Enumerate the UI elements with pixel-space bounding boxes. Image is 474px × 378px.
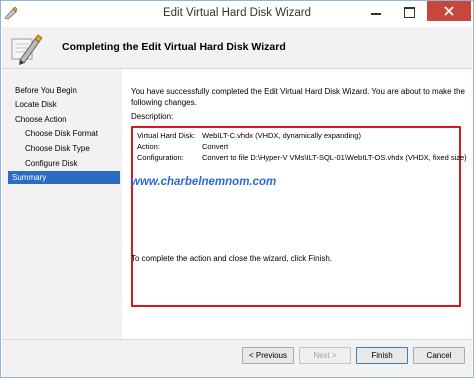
wizard-content: You have successfully completed the Edit… bbox=[131, 69, 471, 339]
summary-key: Virtual Hard Disk: bbox=[137, 131, 196, 140]
nav-step-before-you-begin[interactable]: Before You Begin bbox=[15, 84, 77, 97]
nav-step-locate-disk[interactable]: Locate Disk bbox=[15, 98, 57, 111]
description-label: Description: bbox=[131, 112, 174, 121]
nav-step-configure-disk[interactable]: Configure Disk bbox=[25, 157, 77, 170]
title-bar[interactable]: Edit Virtual Hard Disk Wizard bbox=[1, 1, 473, 27]
wizard-wand-icon bbox=[11, 34, 43, 65]
previous-button[interactable]: < Previous bbox=[242, 347, 294, 364]
summary-value: WebILT-C.vhdx (VHDX, dynamically expandi… bbox=[202, 131, 361, 140]
nav-step-choose-disk-type[interactable]: Choose Disk Type bbox=[25, 142, 90, 155]
finish-instruction: To complete the action and close the wiz… bbox=[131, 254, 332, 263]
summary-value: Convert bbox=[202, 142, 229, 151]
summary-value: Convert to file D:\Hyper-V VMs\ILT-SQL-0… bbox=[202, 153, 467, 162]
close-button[interactable] bbox=[427, 1, 471, 21]
description-box[interactable]: Virtual Hard Disk: WebILT-C.vhdx (VHDX, … bbox=[131, 126, 467, 307]
wizard-footer: < Previous Next > Finish Cancel bbox=[2, 339, 472, 377]
nav-step-choose-disk-format[interactable]: Choose Disk Format bbox=[25, 127, 98, 140]
page-title: Completing the Edit Virtual Hard Disk Wi… bbox=[62, 41, 286, 53]
close-icon bbox=[444, 6, 454, 16]
watermark-text: www.charbelnemnom.com bbox=[131, 176, 277, 188]
nav-step-choose-action[interactable]: Choose Action bbox=[15, 113, 67, 126]
cancel-button[interactable]: Cancel bbox=[413, 347, 465, 364]
wizard-header: Completing the Edit Virtual Hard Disk Wi… bbox=[2, 27, 472, 69]
wizard-steps-nav: Before You Begin Locate Disk Choose Acti… bbox=[2, 69, 122, 339]
finish-button[interactable]: Finish bbox=[356, 347, 408, 364]
summary-key: Configuration: bbox=[137, 153, 184, 162]
next-button[interactable]: Next > bbox=[299, 347, 351, 364]
summary-key: Action: bbox=[137, 142, 160, 151]
minimize-button[interactable] bbox=[361, 2, 391, 22]
maximize-button[interactable] bbox=[394, 2, 424, 22]
wizard-window: Edit Virtual Hard Disk Wizard Completing… bbox=[0, 0, 474, 378]
nav-step-summary[interactable]: Summary bbox=[8, 171, 120, 184]
intro-text: You have successfully completed the Edit… bbox=[131, 87, 465, 107]
